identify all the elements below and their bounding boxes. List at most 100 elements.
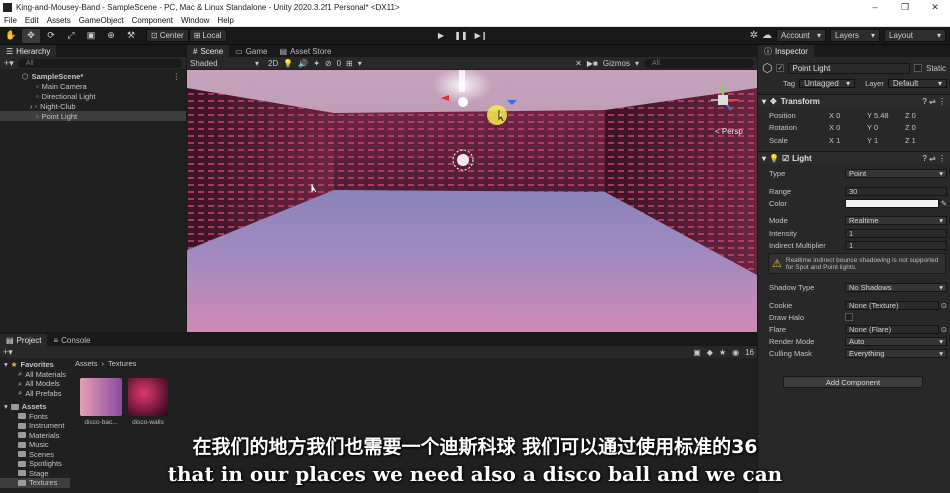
object-picker-icon[interactable]: ⊙: [941, 301, 947, 310]
tab-asset-store[interactable]: ▤ Asset Store: [274, 45, 338, 57]
pivot-center-toggle[interactable]: ⊡ Center: [146, 29, 189, 42]
menu-window[interactable]: Window: [177, 16, 213, 25]
light-component-header[interactable]: ▾ 💡 ☑ Light ? ⇌ ⋮: [758, 151, 950, 164]
shading-mode-dropdown[interactable]: Shaded: [190, 59, 250, 68]
tab-game[interactable]: ▭ Game: [229, 45, 273, 57]
add-component-button[interactable]: Add Component: [783, 376, 923, 388]
cloud-icon[interactable]: ☁: [762, 30, 772, 41]
layout-dropdown[interactable]: Layout ▾: [884, 29, 946, 42]
type-dropdown[interactable]: Point ▾: [845, 168, 947, 178]
favorite-item[interactable]: ⌕ All Models: [0, 379, 70, 389]
hierarchy-item-point-light[interactable]: ▫ Point Light: [0, 111, 186, 121]
scale-tool-icon[interactable]: ⤢: [62, 29, 80, 43]
hidden-objects-icon[interactable]: ⊘: [325, 59, 332, 68]
favorite-item[interactable]: ⌕ All Prefabs: [0, 388, 70, 399]
chevron-down-icon[interactable]: ▾: [358, 59, 362, 68]
tab-scene[interactable]: # Scene: [187, 45, 230, 57]
tab-hierarchy[interactable]: ☰ Hierarchy: [0, 45, 57, 57]
object-name-field[interactable]: Point Light: [788, 62, 910, 74]
chevron-down-icon[interactable]: ▾: [255, 59, 259, 68]
scene-viewport[interactable]: < Persp: [187, 70, 757, 332]
static-checkbox[interactable]: [913, 64, 922, 72]
hierarchy-search-input[interactable]: All: [17, 58, 182, 68]
position-z[interactable]: Z 0: [905, 111, 943, 120]
audio-icon[interactable]: 🔊: [298, 59, 308, 68]
scale-x[interactable]: X 1: [829, 136, 867, 145]
halo-checkbox[interactable]: [845, 313, 853, 321]
transform-component-header[interactable]: ▾ ✥ Transform ? ⇌ ⋮: [758, 94, 950, 107]
position-y[interactable]: Y 5.48: [867, 111, 905, 120]
range-field[interactable]: 30: [845, 186, 947, 196]
maximize-button[interactable]: ❐: [890, 2, 920, 13]
scene-search-input[interactable]: All: [644, 58, 754, 68]
position-x[interactable]: X 0: [829, 111, 867, 120]
menu-help[interactable]: Help: [213, 16, 237, 25]
favorite-item[interactable]: ⌕ All Materials: [0, 369, 70, 380]
grid-icon[interactable]: ⊞: [346, 59, 353, 68]
custom-tool-icon[interactable]: ⚒: [122, 29, 140, 43]
move-tool-icon[interactable]: ✥: [22, 28, 40, 43]
eye-icon[interactable]: ◉: [732, 348, 739, 357]
label-icon[interactable]: ◆: [707, 348, 713, 357]
intensity-field[interactable]: 1: [845, 228, 947, 238]
menu-file[interactable]: File: [0, 16, 21, 25]
lock-icon[interactable]: ▣: [693, 348, 701, 357]
hierarchy-item-scene[interactable]: ⬡ SampleScene* ⋮: [0, 71, 186, 81]
transform-tool-icon[interactable]: ⊕: [102, 29, 120, 43]
light-enabled-checkbox[interactable]: ☑: [782, 154, 789, 163]
render-dropdown[interactable]: Auto ▾: [845, 336, 947, 346]
eyedropper-icon[interactable]: ✎: [941, 199, 947, 208]
cookie-field[interactable]: None (Texture): [845, 300, 939, 310]
breadcrumb-textures[interactable]: Textures: [108, 359, 136, 369]
menu-edit[interactable]: Edit: [21, 16, 43, 25]
flare-field[interactable]: None (Flare): [845, 324, 939, 334]
rotation-z[interactable]: Z 0: [905, 123, 943, 132]
shadow-dropdown[interactable]: No Shadows ▾: [845, 282, 947, 292]
hand-tool-icon[interactable]: ✋: [2, 29, 20, 43]
lighting-icon[interactable]: 💡: [283, 59, 293, 68]
close-button[interactable]: ✕: [920, 2, 950, 13]
menu-component[interactable]: Component: [128, 16, 177, 25]
camera-icon[interactable]: ▶■: [587, 59, 598, 68]
color-swatch[interactable]: [845, 198, 939, 208]
rotate-tool-icon[interactable]: ⟳: [42, 29, 60, 43]
favorites-header[interactable]: ▾ ★ Favorites: [0, 360, 70, 370]
chevron-down-icon[interactable]: ▾: [635, 59, 639, 68]
step-icon[interactable]: ▶❙: [472, 29, 490, 42]
culling-dropdown[interactable]: Everything ▾: [845, 348, 947, 358]
rect-tool-icon[interactable]: ▣: [82, 29, 100, 43]
gizmos-dropdown[interactable]: Gizmos: [603, 59, 630, 68]
tab-inspector[interactable]: ⓘ Inspector: [758, 45, 814, 57]
effects-icon[interactable]: ✦: [313, 59, 320, 68]
mode-dropdown[interactable]: Realtime ▾: [845, 215, 947, 225]
pause-icon[interactable]: ❚❚: [452, 29, 470, 42]
add-icon[interactable]: +▾: [3, 347, 13, 358]
component-menu-icon[interactable]: ? ⇌ ⋮: [922, 154, 946, 163]
add-icon[interactable]: +▾: [4, 58, 14, 69]
folder-item[interactable]: Fonts: [0, 412, 70, 422]
star-icon[interactable]: ★: [719, 348, 726, 357]
texture-thumbnail-disco-bac[interactable]: [80, 378, 122, 416]
scene-menu-icon[interactable]: ⋮: [173, 72, 181, 81]
chevron-right-icon[interactable]: ›: [30, 102, 33, 111]
play-icon[interactable]: ▶: [432, 29, 450, 42]
texture-thumbnail-disco-walls[interactable]: [128, 378, 168, 416]
layer-dropdown[interactable]: Default ▾: [887, 78, 947, 88]
scale-y[interactable]: Y 1: [867, 136, 905, 145]
hierarchy-item-main-camera[interactable]: ▫ Main Camera: [0, 81, 186, 91]
rotation-x[interactable]: X 0: [829, 123, 867, 132]
breadcrumb-assets[interactable]: Assets: [75, 359, 98, 369]
tab-project[interactable]: ▤ Project: [0, 334, 48, 346]
tools-icon[interactable]: ✕: [575, 59, 582, 68]
active-checkbox[interactable]: ✓: [776, 64, 785, 72]
hierarchy-item-directional-light[interactable]: ▫ Directional Light: [0, 91, 186, 101]
component-menu-icon[interactable]: ? ⇌ ⋮: [922, 97, 946, 106]
indirect-field[interactable]: 1: [845, 240, 947, 250]
menu-gameobject[interactable]: GameObject: [75, 16, 128, 25]
2d-toggle[interactable]: 2D: [268, 59, 278, 68]
persp-label[interactable]: < Persp: [715, 127, 743, 136]
account-dropdown[interactable]: Account ▾: [776, 29, 826, 42]
collab-icon[interactable]: ✲: [750, 30, 758, 41]
assets-header[interactable]: ▾ Assets: [0, 402, 70, 412]
pivot-local-toggle[interactable]: ⊞ Local: [188, 29, 227, 42]
